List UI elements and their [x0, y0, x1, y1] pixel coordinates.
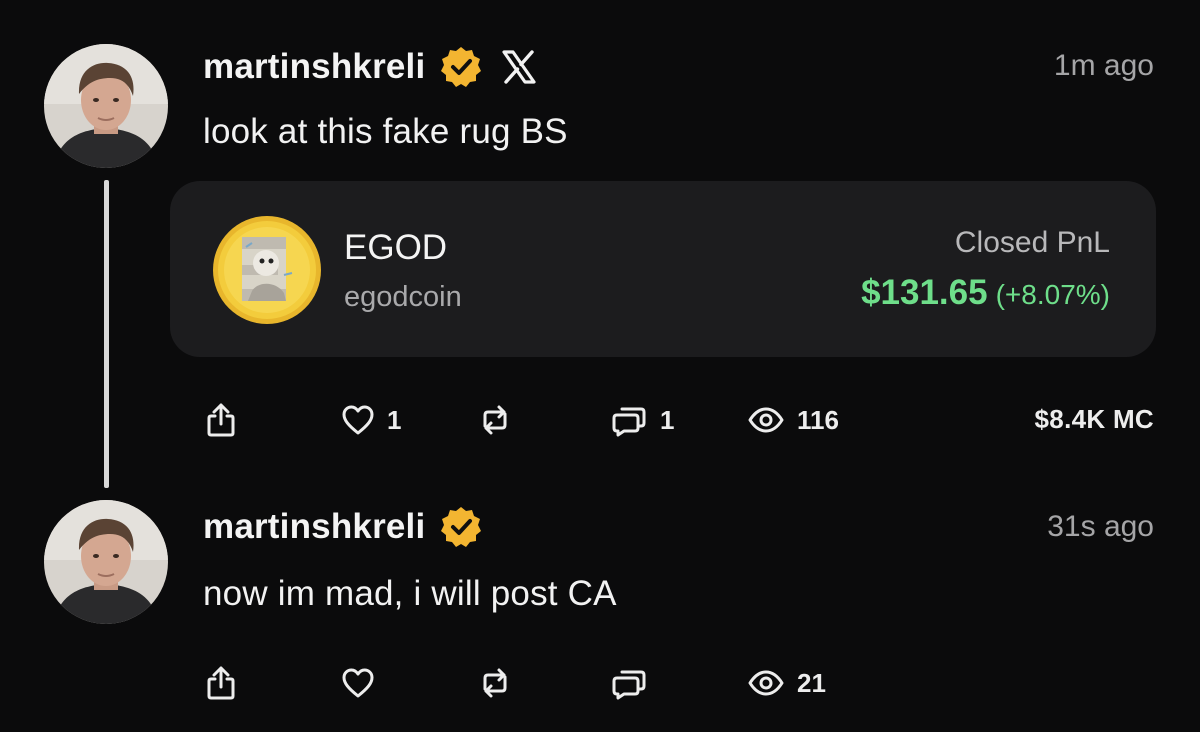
pnl-label: Closed PnL	[954, 226, 1110, 259]
avatar[interactable]	[44, 44, 168, 168]
verified-badge-icon	[439, 505, 483, 549]
view-count: 21	[797, 667, 826, 698]
username[interactable]: martinshkreli	[203, 47, 425, 87]
pnl-row: $131.65 (+8.07%)	[861, 273, 1110, 313]
view-count: 116	[797, 404, 839, 435]
repost-button[interactable]	[478, 400, 512, 440]
like-button[interactable]	[341, 663, 375, 703]
share-icon	[205, 402, 237, 438]
share-button[interactable]	[205, 400, 237, 440]
token-symbol: EGOD	[344, 228, 448, 267]
thread-connector	[104, 180, 109, 488]
comment-button[interactable]: 1	[610, 400, 674, 440]
post-text: look at this fake rug BS	[203, 112, 568, 151]
heart-icon	[341, 667, 375, 699]
action-bar: 1 1 116 $8.4K MC	[0, 400, 1200, 440]
repost-icon	[478, 665, 512, 701]
market-cap: $8.4K MC	[1034, 404, 1154, 434]
action-bar: 21	[0, 663, 1200, 703]
timestamp: 31s ago	[1047, 510, 1154, 543]
share-icon	[205, 665, 237, 701]
token-card[interactable]: EGOD egodcoin Closed PnL $131.65 (+8.07%…	[170, 181, 1156, 357]
post-header: martinshkreli	[203, 44, 537, 90]
heart-icon	[341, 404, 375, 436]
token-name: egodcoin	[344, 281, 462, 313]
views-button[interactable]: 21	[747, 663, 826, 703]
repost-icon	[478, 402, 512, 438]
username[interactable]: martinshkreli	[203, 507, 425, 547]
post-header: martinshkreli	[203, 504, 483, 550]
timestamp: 1m ago	[1053, 49, 1154, 82]
avatar[interactable]	[44, 500, 168, 624]
like-count: 1	[387, 404, 402, 435]
post: martinshkreli 1m ago look at this fake r…	[0, 0, 1200, 488]
eye-icon	[747, 406, 785, 434]
views-button[interactable]: 116	[747, 400, 839, 440]
eye-icon	[747, 669, 785, 697]
share-button[interactable]	[205, 663, 237, 703]
avatar-image	[44, 500, 168, 624]
comment-button[interactable]	[610, 663, 648, 703]
avatar-image	[44, 44, 168, 168]
comment-icon	[610, 403, 648, 437]
repost-button[interactable]	[478, 663, 512, 703]
verified-badge-icon	[439, 45, 483, 89]
pnl-value: $131.65	[861, 273, 988, 312]
egod-coin-icon	[213, 216, 321, 324]
post: martinshkreli 31s ago now im mad, i will…	[0, 470, 1200, 732]
pnl-change: (+8.07%)	[995, 279, 1110, 310]
x-logo-icon[interactable]	[501, 49, 537, 85]
comment-icon	[610, 666, 648, 700]
post-text: now im mad, i will post CA	[203, 574, 617, 613]
like-button[interactable]: 1	[341, 400, 401, 440]
comment-count: 1	[660, 404, 675, 435]
